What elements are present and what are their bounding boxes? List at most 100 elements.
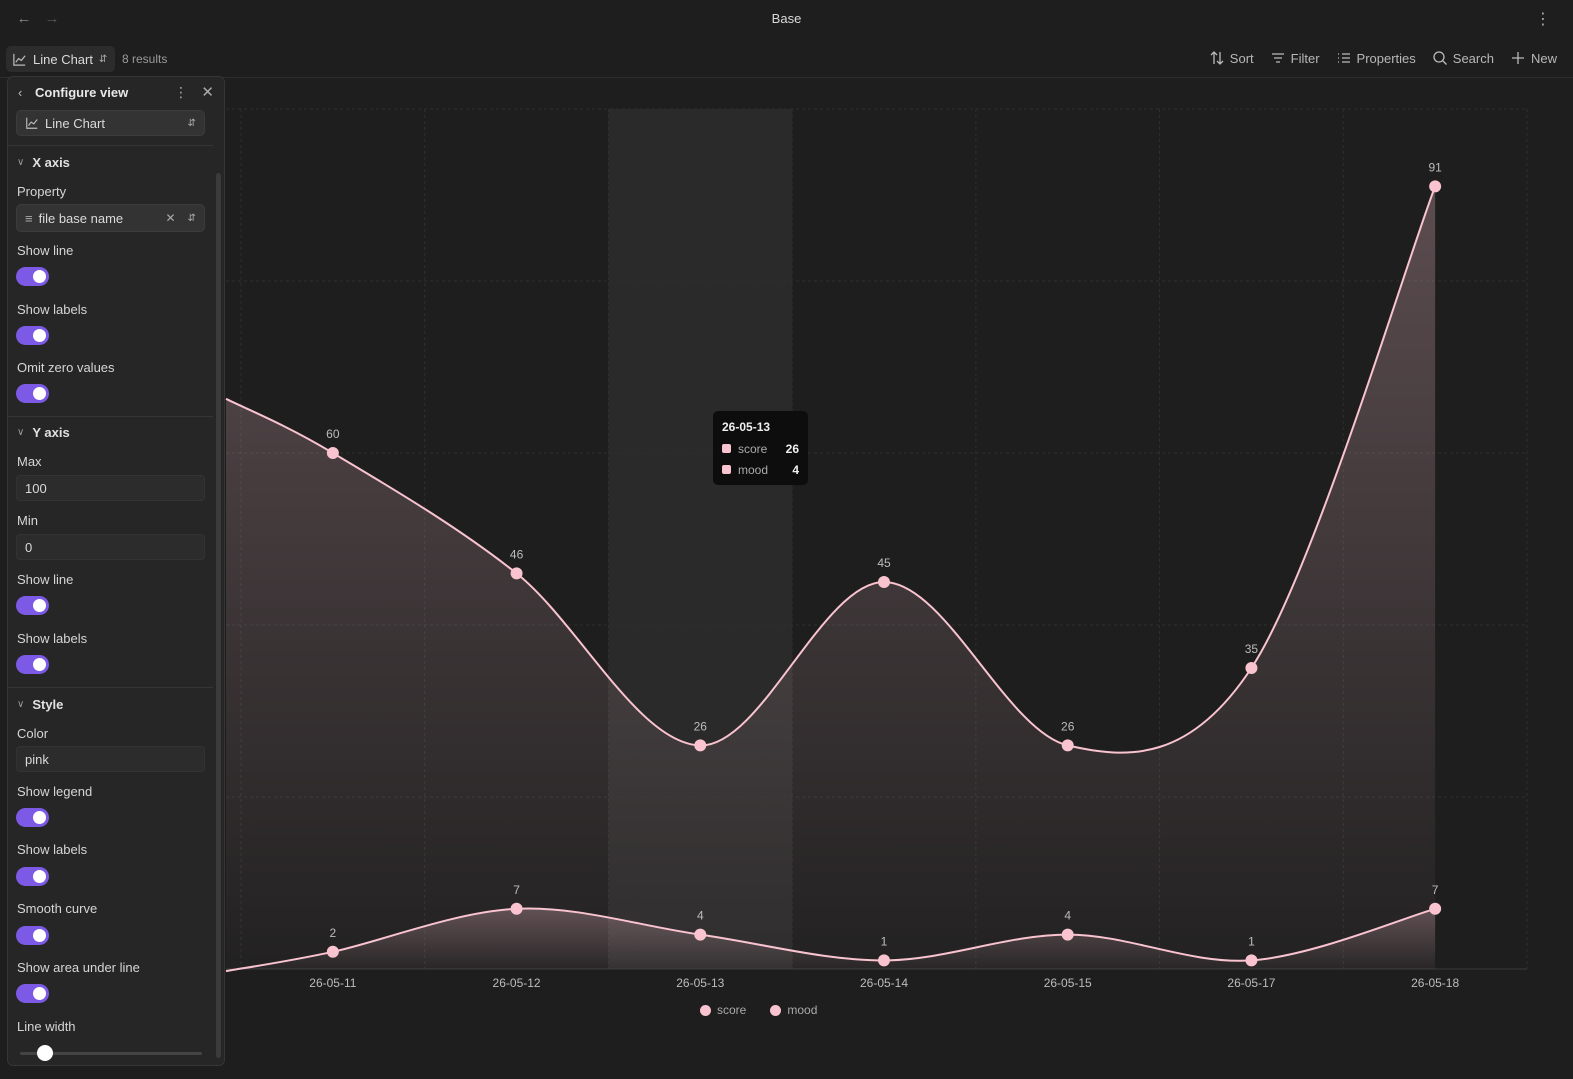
data-point-mood bbox=[1061, 928, 1074, 941]
style-show-labels-toggle[interactable] bbox=[16, 867, 49, 886]
data-point-score bbox=[326, 447, 339, 459]
more-options-icon[interactable]: ⋮ bbox=[1535, 9, 1551, 29]
view-selector[interactable]: Line Chart ⇵ bbox=[6, 46, 116, 72]
filter-label: Filter bbox=[1290, 50, 1320, 66]
data-label-score: 26 bbox=[694, 719, 708, 733]
data-label-mood: 1 bbox=[1248, 934, 1255, 948]
data-point-mood bbox=[1245, 954, 1258, 967]
y-show-labels-toggle[interactable] bbox=[16, 655, 49, 674]
show-area-toggle[interactable] bbox=[16, 984, 49, 1003]
list-icon bbox=[1337, 53, 1350, 63]
sort-button[interactable]: Sort bbox=[1209, 48, 1254, 68]
results-count: 8 results bbox=[122, 52, 168, 66]
data-label-score: 91 bbox=[1428, 160, 1442, 174]
tooltip-series-value: 26 bbox=[785, 441, 799, 456]
chevron-updown-icon: ⇵ bbox=[98, 53, 108, 65]
section-x-axis[interactable]: ∨ X axis bbox=[17, 155, 70, 170]
plus-icon bbox=[1511, 52, 1524, 64]
x-tick-label: 26-05-18 bbox=[1411, 976, 1459, 990]
chevron-updown-icon: ⇵ bbox=[187, 212, 196, 224]
title-bar: ← → Base ⋮ bbox=[0, 0, 1573, 38]
filter-button[interactable]: Filter bbox=[1270, 48, 1320, 68]
filter-icon bbox=[1271, 53, 1284, 63]
max-input[interactable]: 100 bbox=[16, 475, 205, 501]
new-label: New bbox=[1530, 50, 1557, 66]
panel-more-icon[interactable]: ⋮ bbox=[174, 84, 188, 101]
data-label-score: 35 bbox=[1245, 642, 1259, 656]
search-button[interactable]: Search bbox=[1432, 48, 1494, 68]
section-style[interactable]: ∨ Style bbox=[17, 697, 63, 712]
view-selector-label: Line Chart bbox=[33, 51, 93, 67]
data-point-score bbox=[1245, 662, 1258, 674]
y-show-labels-label: Show labels bbox=[17, 631, 88, 646]
property-value: file base name bbox=[38, 210, 124, 226]
chart-tooltip: 26-05-13 score 26 mood 4 bbox=[713, 411, 808, 485]
data-point-mood bbox=[878, 954, 890, 967]
data-label-mood: 2 bbox=[330, 926, 337, 940]
data-point-mood bbox=[510, 902, 523, 915]
chart-area: 60 46 26 45 26 35 91 2 7 4 1 4 1 7 26-05-11 26-05-12 26-… bbox=[0, 79, 1573, 1079]
search-icon bbox=[1433, 51, 1447, 65]
divider bbox=[8, 416, 213, 417]
smooth-curve-toggle[interactable] bbox=[16, 926, 49, 945]
min-label: Min bbox=[17, 513, 38, 528]
panel-scrollbar[interactable] bbox=[216, 173, 221, 1058]
omit-zero-label: Omit zero values bbox=[17, 360, 115, 375]
new-button[interactable]: New bbox=[1510, 48, 1557, 68]
divider bbox=[8, 687, 213, 688]
x-tick-label: 26-05-17 bbox=[1227, 976, 1275, 990]
line-chart-icon bbox=[26, 117, 38, 129]
x-tick-label: 26-05-15 bbox=[1044, 976, 1092, 990]
line-width-slider-thumb[interactable] bbox=[37, 1045, 53, 1061]
line-width-label: Line width bbox=[17, 1019, 76, 1034]
back-chevron-icon[interactable]: ‹ bbox=[18, 85, 22, 100]
data-point-score bbox=[1429, 180, 1442, 193]
legend-label: score bbox=[717, 1003, 747, 1017]
data-label-score: 60 bbox=[326, 427, 340, 441]
color-input[interactable]: pink bbox=[16, 746, 205, 772]
data-label-mood: 7 bbox=[1432, 883, 1439, 897]
show-legend-toggle[interactable] bbox=[16, 808, 49, 827]
legend-item-score[interactable]: score bbox=[700, 1003, 746, 1017]
x-show-line-label: Show line bbox=[17, 243, 74, 258]
property-select[interactable]: ≡ file base name ✕ ⇵ bbox=[16, 204, 205, 232]
data-point-score bbox=[1061, 739, 1074, 752]
panel-header: ‹ Configure view ⋮ ✕ bbox=[8, 77, 224, 109]
search-label: Search bbox=[1452, 50, 1494, 66]
property-label: Property bbox=[17, 184, 67, 199]
tooltip-title: 26-05-13 bbox=[722, 420, 771, 434]
color-label: Color bbox=[17, 726, 49, 741]
legend-item-mood[interactable]: mood bbox=[770, 1003, 817, 1017]
sort-label: Sort bbox=[1229, 50, 1254, 66]
properties-button[interactable]: Properties bbox=[1336, 48, 1416, 68]
data-label-score: 45 bbox=[877, 556, 891, 570]
area-score bbox=[226, 186, 1436, 969]
style-show-labels-label: Show labels bbox=[17, 842, 88, 857]
data-label-score: 26 bbox=[1061, 719, 1075, 733]
x-tick-label: 26-05-14 bbox=[860, 976, 908, 990]
omit-zero-toggle[interactable] bbox=[16, 384, 49, 403]
x-show-labels-toggle[interactable] bbox=[16, 326, 49, 345]
series-swatch bbox=[722, 444, 731, 453]
clear-icon[interactable]: ✕ bbox=[166, 211, 176, 225]
x-show-labels-label: Show labels bbox=[17, 302, 88, 317]
tooltip-row: mood 4 bbox=[722, 459, 799, 480]
legend-label: mood bbox=[787, 1003, 818, 1017]
min-input[interactable]: 0 bbox=[16, 534, 205, 560]
close-icon[interactable]: ✕ bbox=[201, 83, 214, 101]
properties-label: Properties bbox=[1356, 50, 1416, 66]
toolbar: Line Chart ⇵ 8 results Sort Filter Prope… bbox=[0, 44, 1573, 78]
data-point-score bbox=[878, 576, 890, 588]
section-y-axis[interactable]: ∨ Y axis bbox=[17, 425, 70, 440]
show-legend-label: Show legend bbox=[17, 784, 93, 799]
tooltip-series-value: 4 bbox=[792, 462, 799, 477]
legend-dot bbox=[770, 1004, 782, 1016]
y-show-line-label: Show line bbox=[17, 572, 74, 587]
data-point-mood bbox=[694, 928, 707, 941]
view-type-select[interactable]: Line Chart ⇵ bbox=[16, 110, 205, 136]
section-title: X axis bbox=[32, 155, 70, 170]
y-show-line-toggle[interactable] bbox=[16, 596, 49, 615]
sort-icon bbox=[1210, 51, 1224, 65]
x-show-line-toggle[interactable] bbox=[16, 267, 49, 286]
tooltip-row: score 26 bbox=[722, 438, 799, 459]
